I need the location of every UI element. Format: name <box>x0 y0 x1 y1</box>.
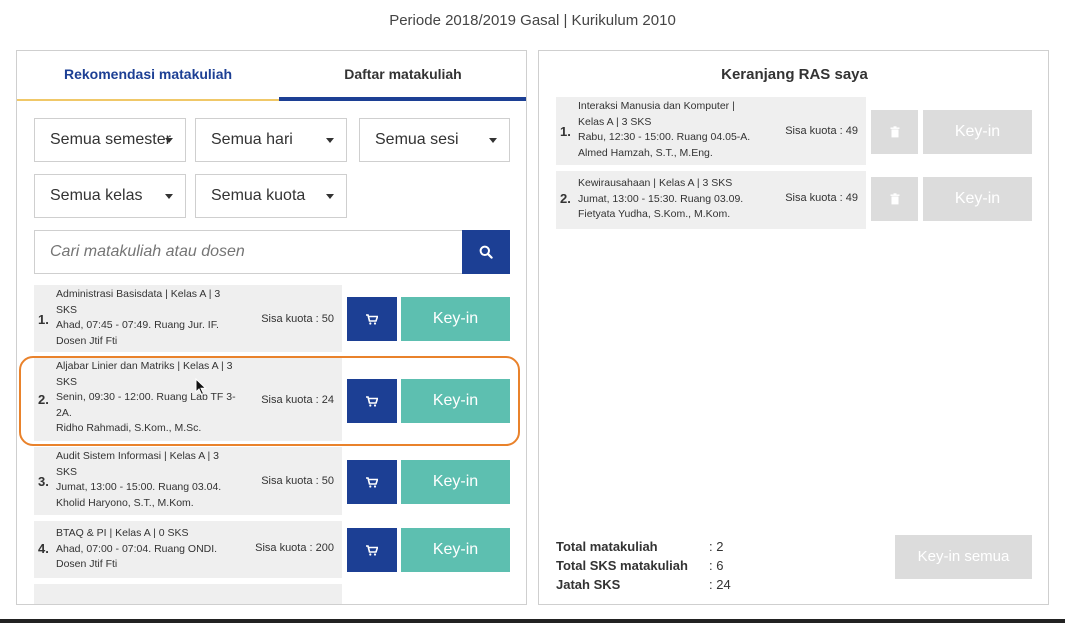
course-panel: Rekomendasi matakuliah Daftar matakuliah… <box>16 50 527 605</box>
search-icon <box>479 245 493 259</box>
course-details: Audit Sistem Informasi | Kelas A | 3 SKS… <box>56 449 238 511</box>
total-label: Jatah SKS <box>556 577 621 592</box>
keyin-button[interactable]: Key-in <box>401 460 510 504</box>
course-number: 1. <box>38 312 49 327</box>
search-button[interactable] <box>462 230 510 274</box>
total-row: Total matakuliah : 2 <box>556 537 731 556</box>
remove-button[interactable] <box>871 177 918 221</box>
quota-select-label: Semua kuota <box>211 187 306 204</box>
course-details: Administrasi Basisdata | Kelas A | 3 SKS… <box>56 287 238 349</box>
basket-item-number: 1. <box>560 124 571 139</box>
keyin-button[interactable]: Key-in <box>923 177 1032 221</box>
course-quota: Sisa kuota : 200 <box>255 542 334 554</box>
basket-item: 1. Interaksi Manusia dan Komputer | Kela… <box>556 97 866 165</box>
chevron-down-icon <box>326 194 334 199</box>
course-number: 4. <box>38 541 49 556</box>
keyin-button[interactable]: Key-in <box>923 110 1032 154</box>
keyin-button[interactable]: Key-in <box>401 528 510 572</box>
basket-panel: Keranjang RAS saya 1. Interaksi Manusia … <box>538 50 1049 605</box>
tab-daftar[interactable]: Daftar matakuliah <box>279 51 526 101</box>
course-details: BTAQ & PI | Kelas A | 0 SKS Ahad, 07:00 … <box>56 526 238 573</box>
total-row: Total SKS matakuliah : 6 <box>556 556 731 575</box>
course-lecturer: Dosen Jtif Fti <box>56 334 118 347</box>
total-value: : 6 <box>709 558 724 573</box>
total-label: Total SKS matakuliah <box>556 558 688 573</box>
basket-title: Keranjang RAS saya <box>721 66 868 83</box>
course-quota: Sisa kuota : 50 <box>261 313 334 325</box>
period-header: Periode 2018/2019 Gasal | Kurikulum 2010 <box>389 12 676 29</box>
course-title: BTAQ & PI | Kelas A | 0 SKS <box>56 527 189 539</box>
total-value: : 2 <box>709 539 724 554</box>
tab-bar: Rekomendasi matakuliah Daftar matakuliah <box>17 51 526 101</box>
search-input[interactable] <box>34 230 462 274</box>
day-select-label: Semua hari <box>211 131 293 148</box>
keyin-all-button[interactable]: Key-in semua <box>895 535 1032 579</box>
tab-rekomendasi[interactable]: Rekomendasi matakuliah <box>17 51 279 101</box>
cart-icon <box>366 544 378 556</box>
total-value: : 24 <box>709 577 731 592</box>
chevron-down-icon <box>165 194 173 199</box>
basket-item-lecturer: Almed Hamzah, S.T., M.Eng. <box>578 146 713 159</box>
chevron-down-icon <box>165 138 173 143</box>
list-item: 1. Administrasi Basisdata | Kelas A | 3 … <box>34 285 342 352</box>
course-lecturer: Dosen Jtif Fti <box>56 558 118 570</box>
chevron-down-icon <box>326 138 334 143</box>
day-select[interactable]: Semua hari <box>195 118 347 162</box>
basket-item-details: Interaksi Manusia dan Komputer | Kelas A… <box>578 99 760 161</box>
semester-select-label: Semua semester <box>50 131 171 148</box>
session-select[interactable]: Semua sesi <box>359 118 510 162</box>
basket-item-number: 2. <box>560 191 571 206</box>
trash-icon <box>890 193 899 205</box>
cart-icon <box>366 476 378 488</box>
semester-select[interactable]: Semua semester <box>34 118 186 162</box>
course-quota: Sisa kuota : 50 <box>261 475 334 487</box>
chevron-down-icon <box>489 138 497 143</box>
basket-item: 2. Kewirausahaan | Kelas A | 3 SKS Jumat… <box>556 171 866 229</box>
course-title: Administrasi Basisdata | Kelas A | 3 SKS <box>56 288 221 316</box>
basket-item-quota: Sisa kuota : 49 <box>785 125 858 137</box>
total-label: Total matakuliah <box>556 539 658 554</box>
basket-item-details: Kewirausahaan | Kelas A | 3 SKS Jumat, 1… <box>578 176 760 223</box>
highlight-ring <box>19 356 520 446</box>
basket-item-lecturer: Fietyata Yudha, S.Kom., M.Kom. <box>578 208 731 220</box>
remove-button[interactable] <box>871 110 918 154</box>
session-select-label: Semua sesi <box>375 131 459 148</box>
basket-totals: Total matakuliah : 2 Total SKS matakulia… <box>556 537 731 594</box>
class-select[interactable]: Semua kelas <box>34 174 186 218</box>
list-item: 3. Audit Sistem Informasi | Kelas A | 3 … <box>34 447 342 515</box>
basket-item-title: Kewirausahaan | Kelas A | 3 SKS <box>578 177 733 189</box>
class-select-label: Semua kelas <box>50 187 143 204</box>
list-item <box>34 584 342 604</box>
add-to-cart-button[interactable] <box>347 297 397 341</box>
course-number: 3. <box>38 474 49 489</box>
bottom-divider <box>0 619 1065 623</box>
course-lecturer: Kholid Haryono, S.T., M.Kom. <box>56 496 194 509</box>
quota-select[interactable]: Semua kuota <box>195 174 347 218</box>
mouse-pointer-icon <box>195 378 207 396</box>
cart-icon <box>366 313 378 325</box>
course-schedule: Ahad, 07:00 - 07:04. Ruang ONDI. <box>56 542 218 555</box>
trash-icon <box>890 126 899 138</box>
basket-item-schedule: Rabu, 12:30 - 15:00. Ruang 04.05-A. <box>578 131 751 143</box>
basket-item-title: Interaksi Manusia dan Komputer | Kelas A… <box>578 100 735 128</box>
basket-item-schedule: Jumat, 13:00 - 15:30. Ruang 03.09. <box>578 192 744 205</box>
basket-item-quota: Sisa kuota : 49 <box>785 192 858 204</box>
total-row: Jatah SKS : 24 <box>556 575 731 594</box>
add-to-cart-button[interactable] <box>347 528 397 572</box>
course-title: Audit Sistem Informasi | Kelas A | 3 SKS <box>56 450 220 478</box>
add-to-cart-button[interactable] <box>347 460 397 504</box>
course-schedule: Ahad, 07:45 - 07:49. Ruang Jur. IF. <box>56 319 219 331</box>
course-schedule: Jumat, 13:00 - 15:00. Ruang 03.04. <box>56 481 222 493</box>
keyin-button[interactable]: Key-in <box>401 297 510 341</box>
list-item: 4. BTAQ & PI | Kelas A | 0 SKS Ahad, 07:… <box>34 521 342 578</box>
